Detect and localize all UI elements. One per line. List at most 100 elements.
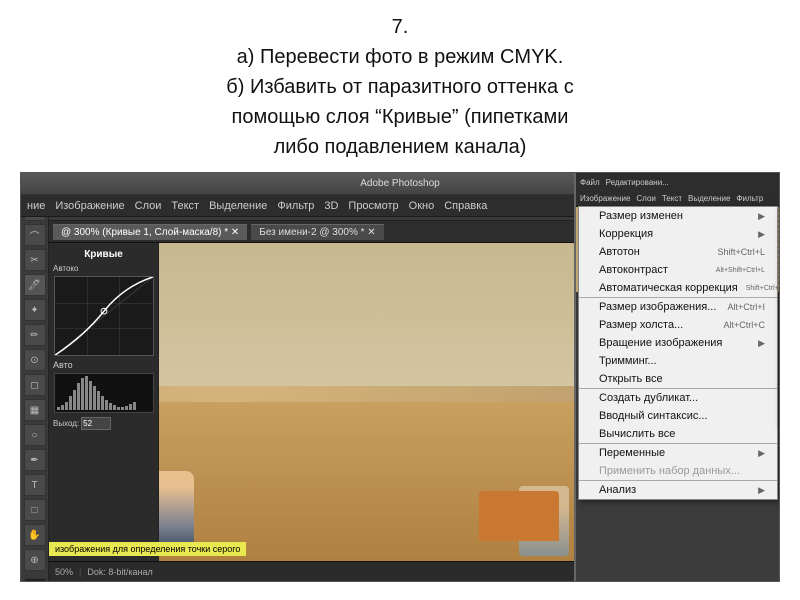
heading-section: 7. а) Перевести фото в режим CMYK. б) Из… <box>0 0 800 172</box>
tool-path[interactable]: □ <box>24 499 46 521</box>
tool-brush[interactable]: ✏ <box>24 324 46 346</box>
image-menu-dropdown: Размер изменен ▶ Коррекция ▶ Автотон Shi… <box>578 206 778 500</box>
menu-item-apply[interactable]: Вводный синтаксис... <box>579 407 777 425</box>
menu-item-autocontrast[interactable]: Автоконтраст Alt+Shift+Ctrl+L <box>579 261 777 279</box>
status-zoom: 50% <box>55 567 73 577</box>
ps2-menu-layers[interactable]: Слои <box>636 194 655 203</box>
heading-line4: либо подавлением канала) <box>60 132 740 162</box>
menu-item-calc-all[interactable]: Вычислить все <box>579 425 777 443</box>
menu-item-razmer-izmen[interactable]: Размер изменен ▶ <box>579 207 777 225</box>
tool-stamp[interactable]: ⊙ <box>24 349 46 371</box>
tool-crop[interactable]: ✂ <box>24 249 46 271</box>
menu-item-autotone[interactable]: Автотон Shift+Ctrl+L <box>579 243 777 261</box>
menu-item-rotate[interactable]: Вращение изображения ▶ <box>579 334 777 352</box>
tab-active[interactable]: @ 300% (Кривые 1, Слой-маска/8) * ✕ <box>53 224 247 240</box>
ps2-image-menubar: Изображение Слои Текст Выделение Фильтр <box>576 191 780 207</box>
ps-second-window: Файл Редактировани... Изображение Слои Т… <box>574 173 780 581</box>
menu-item-analyze[interactable]: Анализ ▶ <box>579 480 777 499</box>
hist-bar-19 <box>129 404 132 410</box>
hist-bar-13 <box>105 400 108 410</box>
curve-graph <box>54 276 154 356</box>
ps2-menu-edit[interactable]: Редактировани... <box>606 178 669 187</box>
menu-item-select[interactable]: Выделение <box>209 200 267 212</box>
tooltip-banner: изображения для определения точки серого <box>49 542 246 556</box>
output-row: Выход: <box>53 417 154 430</box>
heading-line3: помощью слоя “Кривые” (пипетками <box>60 102 740 132</box>
auto-label: Авто <box>53 360 73 370</box>
menu-item-variables[interactable]: Переменные ▶ <box>579 443 777 462</box>
tool-type[interactable]: T <box>24 474 46 496</box>
histogram <box>54 373 154 413</box>
tool-heal[interactable]: ✦ <box>24 299 46 321</box>
mode-submenu: Битовый формат Градации серого Дуплекс И… <box>779 206 780 426</box>
heading-line2: б) Избавить от паразитного оттенка с <box>60 72 740 102</box>
tool-eyedropper[interactable]: 🖊 <box>24 274 46 296</box>
ps-title: Adobe Photoshop <box>360 178 440 189</box>
ps-left-toolbar: ▭ ⌒ ✂ 🖊 ✦ ✏ ⊙ ◻ ▦ ○ ✒ T □ ✋ ⊕ <box>21 195 49 582</box>
tool-gradient[interactable]: ▦ <box>24 399 46 421</box>
hist-bar-16 <box>117 407 120 410</box>
hist-bar-9 <box>89 381 92 410</box>
auto-row: Авто <box>53 360 154 370</box>
hist-bar-5 <box>73 390 76 410</box>
hist-bar-2 <box>61 405 64 410</box>
tool-zoom[interactable]: ⊕ <box>24 549 46 571</box>
status-divider: | <box>79 567 81 577</box>
tool-lasso[interactable]: ⌒ <box>24 224 46 246</box>
menu-item-3d[interactable]: 3D <box>324 200 338 212</box>
hist-bar-14 <box>109 403 112 410</box>
hist-bar-10 <box>93 386 96 410</box>
tool-eraser[interactable]: ◻ <box>24 374 46 396</box>
curves-channel-row: Автоко <box>53 264 154 273</box>
hist-bar-20 <box>133 402 136 411</box>
status-doc-size: Dok: 8-bit/канал <box>87 567 152 577</box>
hist-bar-15 <box>113 405 116 410</box>
hist-bar-4 <box>69 396 72 410</box>
output-label: Выход: <box>53 419 79 428</box>
tool-hand[interactable]: ✋ <box>24 524 46 546</box>
ps2-menu-select[interactable]: Выделение <box>688 194 730 203</box>
hist-bar-7 <box>81 378 84 410</box>
hist-bar-8 <box>85 376 88 410</box>
menu-item-text[interactable]: Текст <box>171 200 199 212</box>
menu-item-apply-dataset: Применить набор данных... <box>579 462 777 480</box>
ps2-menubar: Файл Редактировани... <box>576 173 780 191</box>
ps2-menu-text[interactable]: Текст <box>662 194 682 203</box>
menu-item-image-size[interactable]: Размер изображения... Alt+Ctrl+I <box>579 297 777 316</box>
tab-inactive[interactable]: Без имени-2 @ 300% * ✕ <box>251 224 383 240</box>
hist-bar-12 <box>101 396 104 410</box>
menu-item-layers[interactable]: Слои <box>135 200 162 212</box>
menu-item-autocorrect[interactable]: Автоматическая коррекция Shift+Ctrl+B <box>579 279 777 297</box>
hist-bar-11 <box>97 391 100 410</box>
curve-svg <box>55 277 153 355</box>
menu-item-canvas-size[interactable]: Размер холста... Alt+Ctrl+C <box>579 316 777 334</box>
tool-foreground-color[interactable] <box>24 578 46 582</box>
menu-item-duplicate[interactable]: Создать дубликат... <box>579 388 777 407</box>
curves-panel: Кривые Автоко <box>49 243 159 561</box>
ps2-menu-image[interactable]: Изображение <box>580 194 630 203</box>
photo-sofa <box>479 491 559 541</box>
curves-label: Кривые <box>53 249 154 260</box>
tool-pen[interactable]: ✒ <box>24 449 46 471</box>
menu-item-window[interactable]: Окно <box>409 200 435 212</box>
menu-item-help[interactable]: Справка <box>444 200 487 212</box>
menu-item-view[interactable]: Просмотр <box>348 200 398 212</box>
tool-dodge[interactable]: ○ <box>24 424 46 446</box>
menu-item-correction[interactable]: Коррекция ▶ <box>579 225 777 243</box>
curves-channel-label: Автоко <box>53 264 78 273</box>
menu-item-image[interactable]: Изображение <box>55 200 124 212</box>
output-value-input[interactable] <box>81 417 111 430</box>
heading-number: 7. <box>60 12 740 42</box>
tooltip-text: изображения для определения точки серого <box>55 544 240 554</box>
hist-bar-1 <box>57 407 60 410</box>
hist-bar-17 <box>121 407 124 410</box>
photoshop-screenshot: Adobe Photoshop ─ □ ✕ ние Изображение Сл… <box>20 172 780 582</box>
hist-bar-18 <box>125 406 128 410</box>
ps2-menu-filter[interactable]: Фильтр <box>736 194 763 203</box>
menu-item-edit[interactable]: ние <box>27 200 45 212</box>
menu-item-trimming[interactable]: Тримминг... <box>579 352 777 370</box>
ps2-menu-file[interactable]: Файл <box>580 178 600 187</box>
heading-line1: а) Перевести фото в режим CMYK. <box>60 42 740 72</box>
menu-item-filter[interactable]: Фильтр <box>277 200 314 212</box>
menu-item-open-all[interactable]: Открыть все <box>579 370 777 388</box>
